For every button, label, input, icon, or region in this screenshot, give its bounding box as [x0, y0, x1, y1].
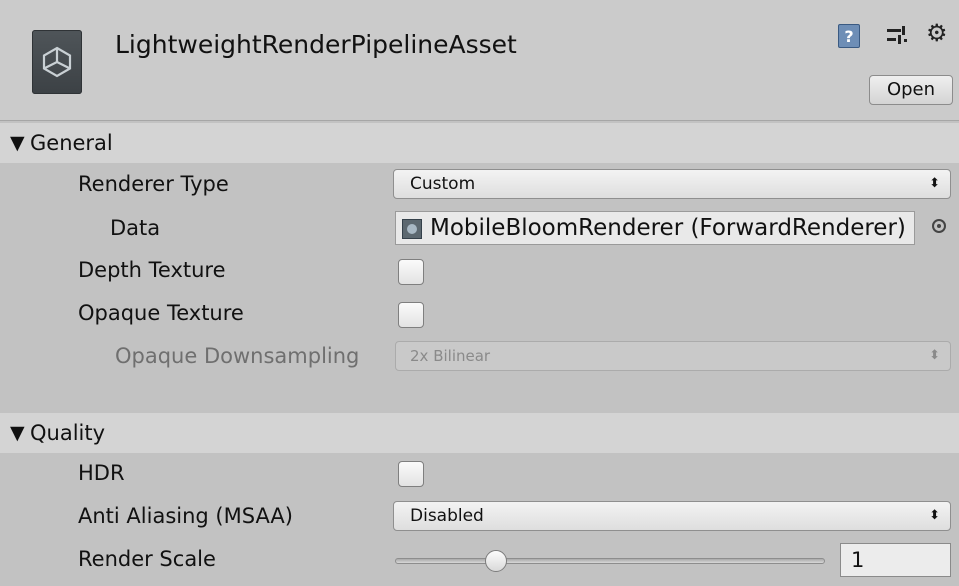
open-button[interactable]: Open: [869, 75, 953, 105]
help-icon[interactable]: ?: [838, 24, 860, 48]
section-quality-title: Quality: [30, 421, 106, 445]
dropdown-arrow-icon: ⬍: [929, 176, 940, 191]
inspector-header: LightweightRenderPipelineAsset ? ⚙ Open: [0, 0, 959, 121]
renderer-type-value: Custom: [410, 174, 476, 194]
dropdown-arrow-icon: ⬍: [929, 348, 940, 363]
anti-aliasing-value: Disabled: [410, 506, 484, 526]
foldout-triangle-icon: ▼: [10, 422, 25, 444]
depth-texture-label: Depth Texture: [78, 258, 226, 282]
depth-texture-checkbox[interactable]: [398, 259, 424, 285]
section-general-header[interactable]: ▼ General: [0, 123, 959, 163]
opaque-downsampling-label: Opaque Downsampling: [115, 344, 360, 368]
opaque-downsampling-dropdown: 2x Bilinear ⬍: [395, 341, 951, 371]
hdr-label: HDR: [78, 461, 125, 485]
hdr-checkbox[interactable]: [398, 461, 424, 487]
foldout-triangle-icon: ▼: [10, 132, 25, 154]
render-scale-slider-thumb[interactable]: [485, 550, 507, 572]
asset-title: LightweightRenderPipelineAsset: [115, 30, 517, 59]
anti-aliasing-dropdown[interactable]: Disabled ⬍: [393, 501, 951, 531]
renderer-data-value: MobileBloomRenderer (ForwardRenderer): [430, 215, 906, 241]
preset-icon[interactable]: [885, 24, 909, 52]
render-scale-input[interactable]: 1: [840, 543, 951, 577]
renderer-type-dropdown[interactable]: Custom ⬍: [393, 169, 951, 199]
gear-icon[interactable]: ⚙: [926, 21, 948, 45]
unity-asset-icon: [32, 30, 82, 94]
renderer-type-label: Renderer Type: [78, 172, 229, 196]
renderer-data-object-field[interactable]: MobileBloomRenderer (ForwardRenderer): [395, 211, 915, 245]
render-scale-label: Render Scale: [78, 547, 216, 571]
renderer-asset-icon: [402, 219, 422, 239]
data-label: Data: [110, 216, 161, 240]
opaque-texture-checkbox[interactable]: [398, 302, 424, 328]
anti-aliasing-label: Anti Aliasing (MSAA): [78, 504, 293, 528]
render-scale-slider-track[interactable]: [395, 558, 825, 564]
section-quality-header[interactable]: ▼ Quality: [0, 413, 959, 453]
dropdown-arrow-icon: ⬍: [929, 508, 940, 523]
opaque-texture-label: Opaque Texture: [78, 301, 244, 325]
section-general-title: General: [30, 131, 113, 155]
object-picker-icon[interactable]: [932, 219, 946, 233]
opaque-downsampling-value: 2x Bilinear: [410, 347, 491, 365]
